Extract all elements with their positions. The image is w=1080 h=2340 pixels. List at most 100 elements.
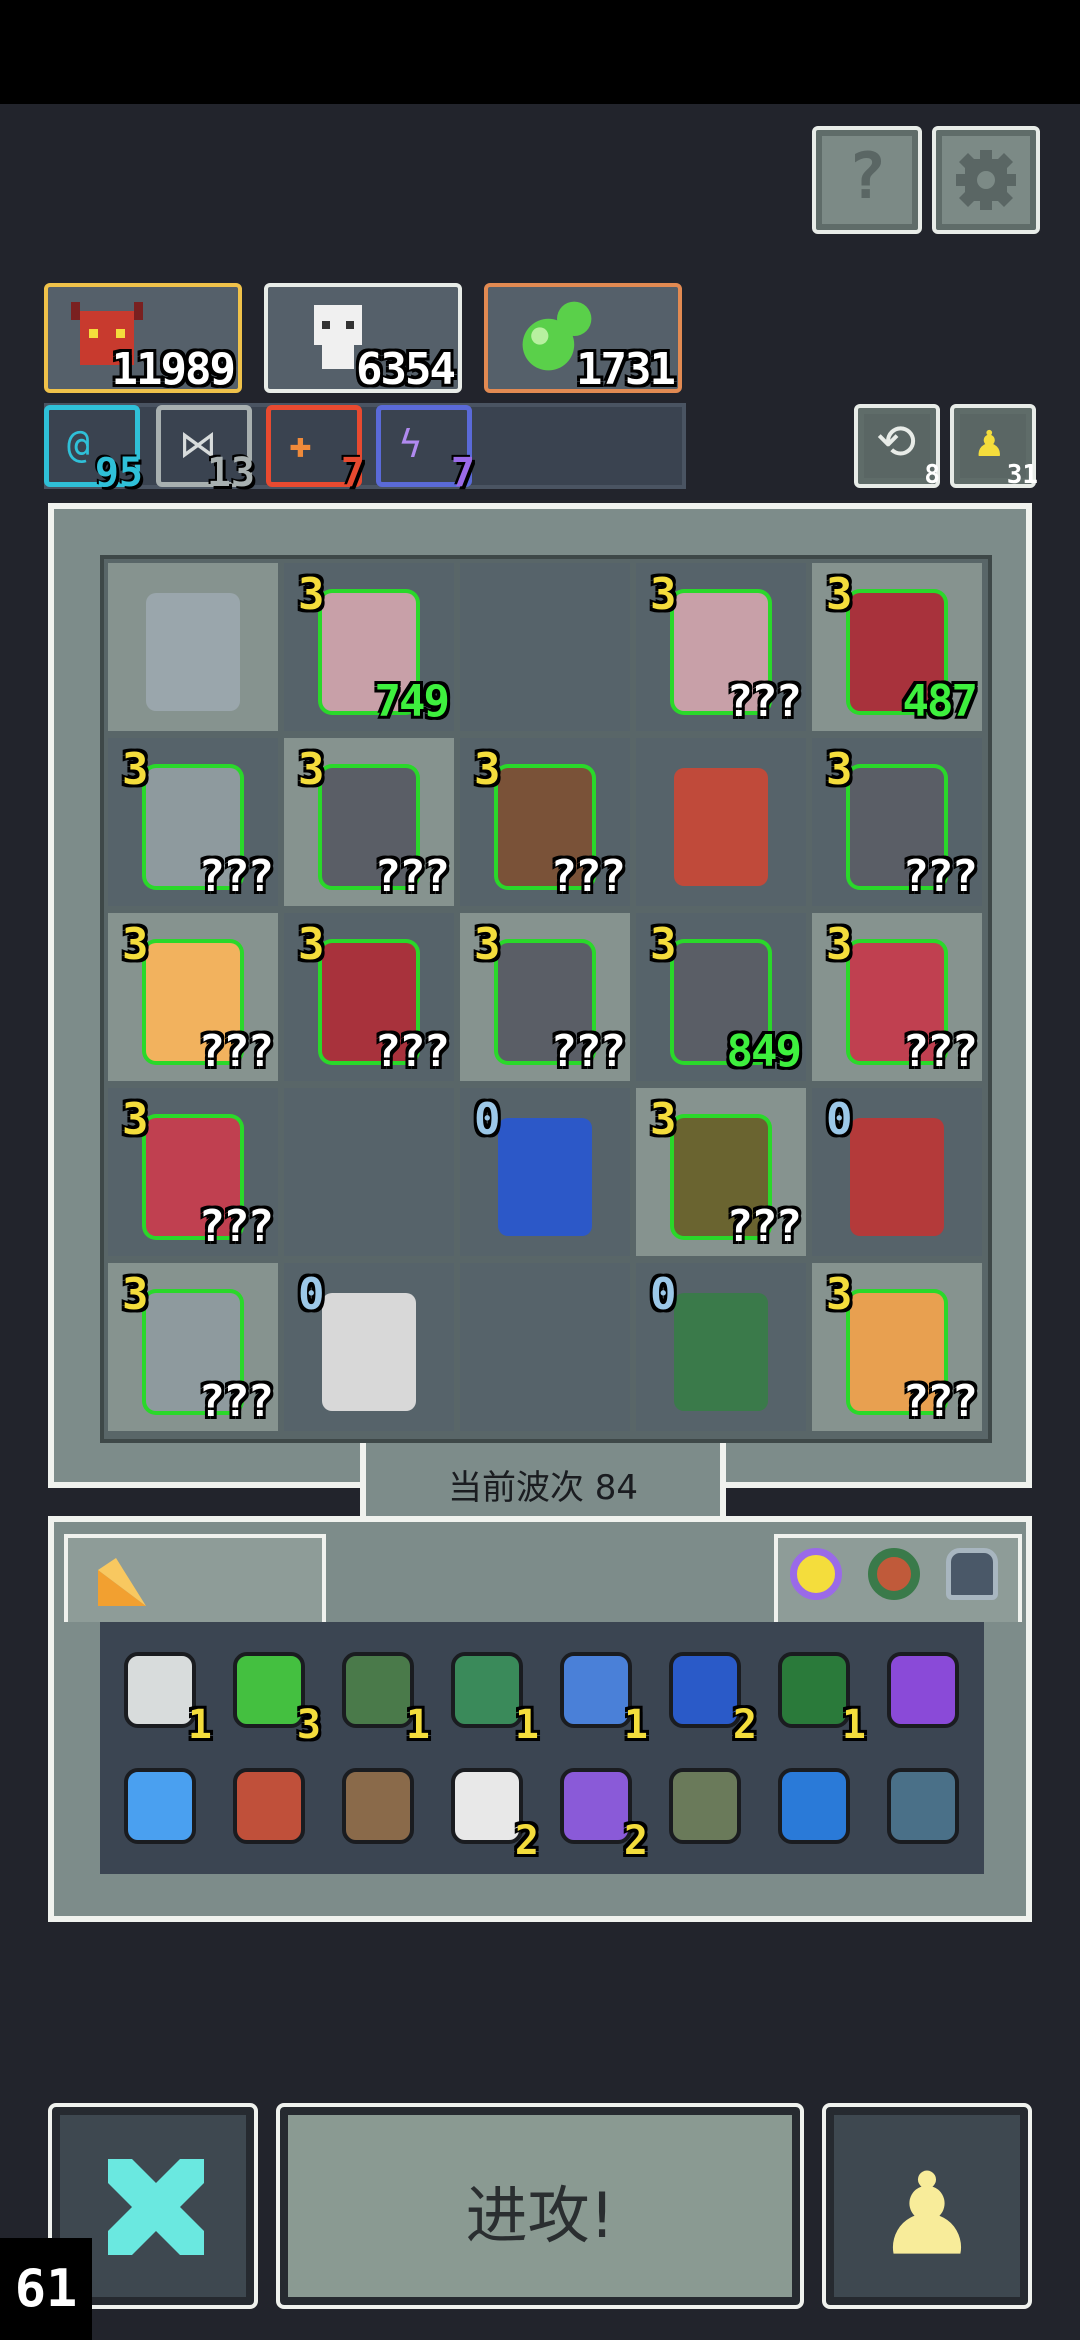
inventory-tab[interactable] [64, 1534, 326, 1622]
question-icon: ? [847, 140, 887, 214]
relic-tab [774, 1534, 1022, 1622]
board-cell[interactable]: 3??? [636, 1088, 806, 1256]
board-cell[interactable]: 3??? [636, 563, 806, 731]
item-scroll[interactable]: 1 [116, 1644, 212, 1748]
boss-resource: 11989 [44, 283, 242, 395]
item-claw[interactable] [225, 1760, 315, 1856]
board-cell[interactable]: 3 749 [284, 563, 454, 731]
unit-value: ??? [374, 851, 450, 902]
item-hourglass[interactable]: 2 [661, 1644, 757, 1748]
unit-value: ??? [198, 851, 274, 902]
board-cell[interactable] [284, 1088, 454, 1256]
item-emerald[interactable]: 3 [225, 1644, 321, 1748]
unit-level: 3 [298, 919, 325, 970]
worm-icon [778, 1768, 850, 1844]
crown-icon [887, 1768, 959, 1844]
gem-count: 1731 [576, 344, 676, 395]
pawn-icon: ♟ [884, 2125, 970, 2288]
potion-icon [560, 1768, 632, 1844]
board-cell[interactable]: 3??? [108, 913, 278, 1081]
board-cell[interactable] [636, 738, 806, 906]
settings-button[interactable] [932, 126, 1040, 234]
board-cell[interactable]: 3??? [812, 913, 982, 1081]
item-feather[interactable] [334, 1760, 424, 1856]
item-crown[interactable] [879, 1760, 969, 1856]
rock-icon [669, 1768, 741, 1844]
skull-count: 6354 [356, 344, 456, 395]
board-cell[interactable]: 3??? [108, 738, 278, 906]
board-cell[interactable]: 3??? [284, 913, 454, 1081]
unit-value: ??? [726, 676, 802, 727]
skull-resource: 6354 [264, 283, 462, 395]
unit-level: 0 [474, 1094, 501, 1145]
buff-purple-count: 7 [450, 450, 475, 496]
board-cell[interactable]: 3??? [460, 913, 630, 1081]
ring-icon [790, 1548, 842, 1600]
attack-label: 进攻! [465, 2179, 615, 2252]
board-cell[interactable]: 0 [812, 1088, 982, 1256]
board-cell[interactable] [108, 563, 278, 731]
board-cell[interactable]: 0 [460, 1088, 630, 1256]
unit-level: 3 [826, 1269, 853, 1320]
board-cell[interactable]: 3??? [284, 738, 454, 906]
unit-value: ??? [198, 1026, 274, 1077]
pawn-counter[interactable]: ♟ 31 [950, 404, 1038, 490]
item-devil[interactable]: 1 [770, 1644, 866, 1748]
unit-level: 3 [826, 744, 853, 795]
unit-value: 849 [726, 1026, 802, 1077]
attack-button[interactable]: 进攻! [276, 2103, 804, 2309]
board-cell[interactable]: 3??? [108, 1263, 278, 1431]
boss-count: 11989 [111, 344, 236, 395]
item-count: 2 [732, 1702, 757, 1748]
board-cell[interactable]: 3??? [812, 738, 982, 906]
item-orb[interactable] [116, 1760, 206, 1856]
unit-level: 3 [122, 744, 149, 795]
help-button[interactable]: ? [812, 126, 922, 234]
board-cell[interactable] [460, 1263, 630, 1431]
board-cell[interactable]: 3 487 [812, 563, 982, 731]
status-bar [0, 0, 1080, 104]
board-cell[interactable]: 0 [284, 1263, 454, 1431]
unit-value: ??? [198, 1201, 274, 1252]
item-count: 1 [405, 1702, 430, 1748]
item-count: 2 [514, 1818, 539, 1864]
unit-level: 3 [122, 1269, 149, 1320]
item-fang[interactable]: 2 [443, 1760, 539, 1864]
feather-icon [342, 1768, 414, 1844]
board-cell[interactable]: 3 849 [636, 913, 806, 1081]
item-goblin[interactable]: 1 [443, 1644, 539, 1748]
buff-red[interactable]: ✚ 7 [266, 405, 365, 496]
claw-icon [233, 1768, 305, 1844]
unit-value: ??? [902, 1376, 978, 1427]
board-cell[interactable]: 3??? [460, 738, 630, 906]
pawn-button[interactable]: ♟ [822, 2103, 1032, 2309]
unit-level: 3 [650, 1094, 677, 1145]
board-cell[interactable] [460, 563, 630, 731]
buff-grey[interactable]: ⋈ 13 [156, 405, 255, 496]
board-cell[interactable]: 0 [636, 1263, 806, 1431]
item-count: 1 [623, 1702, 648, 1748]
buff-cyan[interactable]: @ 95 [44, 405, 143, 496]
board-cell[interactable]: 3??? [812, 1263, 982, 1431]
devil-icon [778, 1652, 850, 1728]
unit-value: ??? [550, 1026, 626, 1077]
item-rock[interactable] [661, 1760, 751, 1856]
wreath-icon [868, 1548, 920, 1600]
unit-level: 0 [826, 1094, 853, 1145]
unit-value: 487 [902, 676, 978, 727]
item-axe[interactable]: 1 [552, 1644, 648, 1748]
unit-level: 3 [474, 744, 501, 795]
unit-value: ??? [902, 851, 978, 902]
item-hooded[interactable]: 1 [334, 1644, 430, 1748]
reroll-button[interactable]: ⟲ 8 [854, 404, 940, 490]
item-worm[interactable] [770, 1760, 860, 1856]
buff-purple[interactable]: ϟ 7 [376, 405, 475, 496]
buff-cyan-count: 95 [94, 450, 143, 496]
item-potion[interactable]: 2 [552, 1760, 648, 1864]
board-cell[interactable]: 3??? [108, 1088, 278, 1256]
item-count: 1 [841, 1702, 866, 1748]
unit-level: 0 [298, 1269, 325, 1320]
hammer-icon [887, 1652, 959, 1728]
fang-icon [451, 1768, 523, 1844]
item-hammer[interactable] [879, 1644, 969, 1740]
